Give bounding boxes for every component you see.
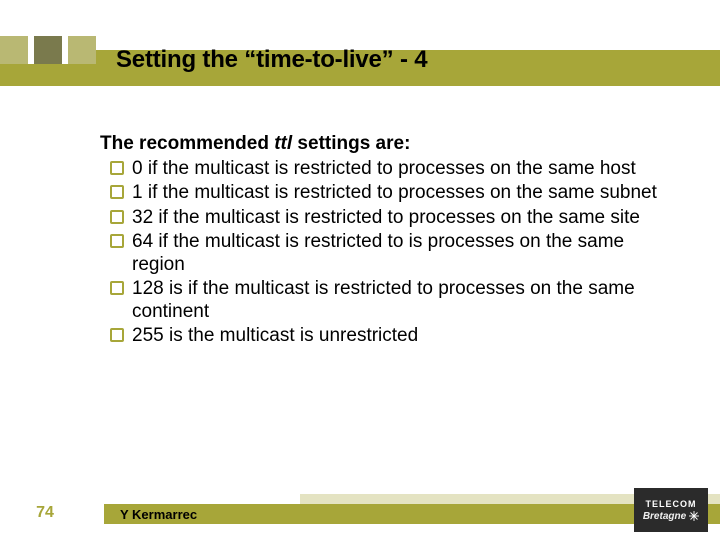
bullet-rest: is if the multicast is restricted to pro… [132, 278, 635, 322]
bullet-icon [110, 210, 124, 224]
bullet-icon [110, 281, 124, 295]
bullet-num: 1 [132, 182, 143, 203]
bullet-item: 255 is the multicast is unrestricted [110, 324, 660, 347]
bullet-icon [110, 328, 124, 342]
bullet-text: 64 if the multicast is restricted to is … [132, 230, 660, 276]
bullet-rest: if the multicast is restricted to proces… [153, 207, 640, 228]
decor-block [0, 36, 28, 64]
telecom-bretagne-logo: TELECOM Bretagne [634, 488, 708, 532]
header-decor [0, 36, 96, 64]
bullet-item: 1 if the multicast is restricted to proc… [110, 181, 660, 204]
bullet-num: 0 [132, 158, 143, 179]
bullet-icon [110, 161, 124, 175]
bullet-icon [110, 185, 124, 199]
intro-emphasis: ttl [274, 133, 292, 154]
intro-prefix: The recommended [100, 133, 274, 154]
bullet-text: 255 is the multicast is unrestricted [132, 324, 660, 347]
bullet-text: 32 if the multicast is restricted to pro… [132, 206, 660, 229]
page-number: 74 [0, 504, 90, 522]
logo-line-2: Bretagne [643, 511, 686, 522]
bullet-item: 64 if the multicast is restricted to is … [110, 230, 660, 276]
bullet-rest: if the multicast is restricted to proces… [143, 158, 636, 179]
slide-footer: 74 Y Kermarrec TELECOM Bretagne [0, 484, 720, 540]
bullet-rest: if the multicast is restricted to is pro… [132, 231, 624, 275]
bullet-num: 64 [132, 231, 153, 252]
bullet-num: 128 [132, 278, 164, 299]
bullet-rest: is the multicast is unrestricted [164, 325, 418, 346]
intro-line: The recommended ttl settings are: [100, 132, 660, 155]
slide-title: Setting the “time-to-live” - 4 [116, 46, 427, 74]
bullet-item: 0 if the multicast is restricted to proc… [110, 157, 660, 180]
author-name: Y Kermarrec [120, 507, 197, 522]
bullet-num: 255 [132, 325, 164, 346]
intro-suffix: settings are: [292, 133, 410, 154]
decor-block [34, 36, 62, 64]
bullet-item: 128 is if the multicast is restricted to… [110, 277, 660, 323]
bullet-text: 128 is if the multicast is restricted to… [132, 277, 660, 323]
decor-block [68, 36, 96, 64]
slide-header: Setting the “time-to-live” - 4 [0, 0, 720, 100]
bullet-text: 1 if the multicast is restricted to proc… [132, 181, 660, 204]
bullet-num: 32 [132, 207, 153, 228]
bullet-item: 32 if the multicast is restricted to pro… [110, 206, 660, 229]
spark-icon [689, 511, 699, 521]
logo-line-1: TELECOM [646, 499, 697, 509]
slide: Setting the “time-to-live” - 4 The recom… [0, 0, 720, 540]
header-top-strip [0, 0, 720, 50]
logo-line-2-wrap: Bretagne [643, 511, 699, 522]
bullet-icon [110, 234, 124, 248]
bullet-text: 0 if the multicast is restricted to proc… [132, 157, 660, 180]
bullet-rest: if the multicast is restricted to proces… [143, 182, 657, 203]
slide-body: The recommended ttl settings are: 0 if t… [0, 100, 720, 484]
